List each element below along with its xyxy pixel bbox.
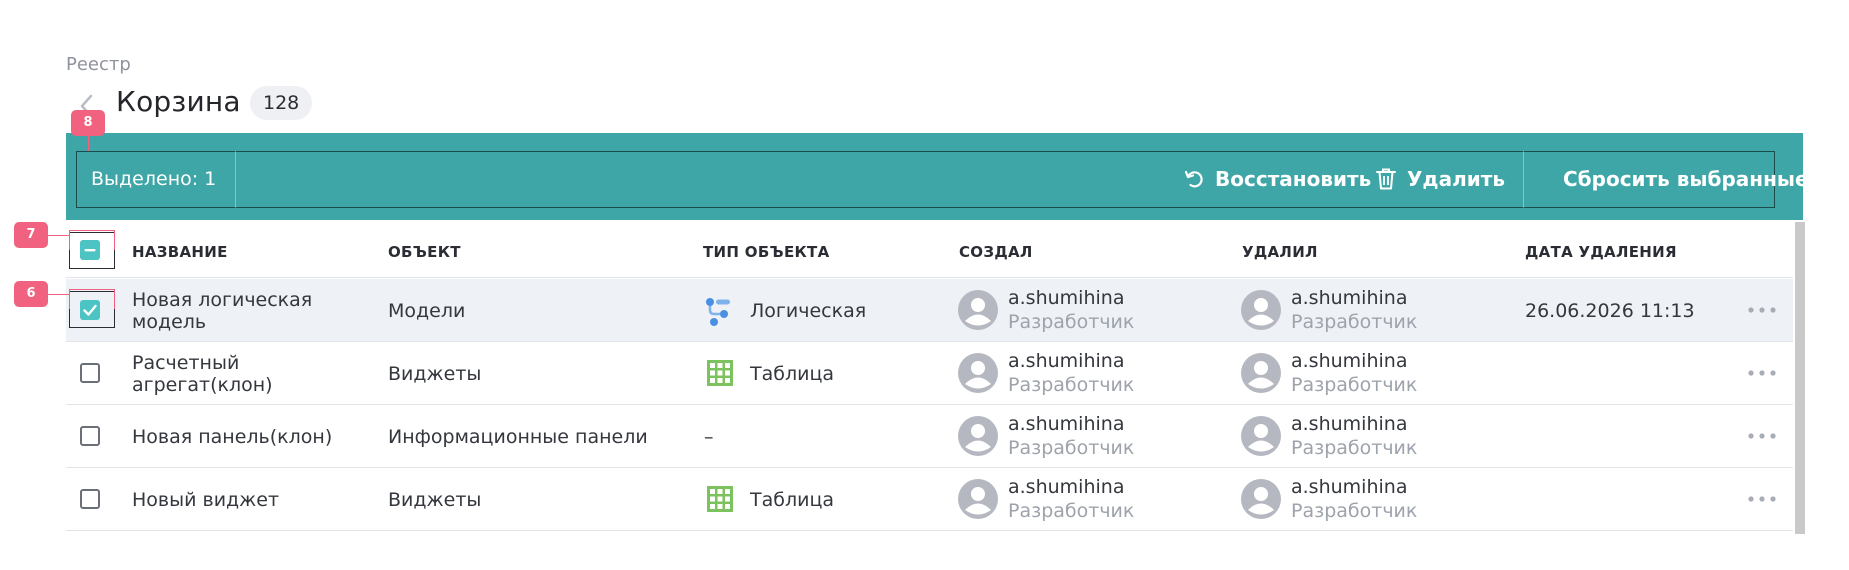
row-object: Виджеты	[388, 363, 482, 385]
deleted-by: a.shumihina Разработчик	[1291, 413, 1418, 459]
row-name: Новый виджет	[132, 489, 280, 511]
avatar	[1241, 416, 1281, 456]
row-deleted-at: 26.06.2026 11:13	[1525, 300, 1695, 322]
column-header-name[interactable]: НАЗВАНИЕ	[132, 243, 228, 261]
row-object: Модели	[388, 300, 466, 322]
deleted-by: a.shumihina Разработчик	[1291, 476, 1418, 522]
callout-box-7	[69, 230, 115, 250]
callout-box-6	[69, 289, 115, 309]
deleted-by: a.shumihina Разработчик	[1291, 287, 1418, 333]
avatar	[1241, 353, 1281, 393]
row-checkbox[interactable]	[80, 426, 100, 446]
avatar	[1241, 290, 1281, 330]
column-header-object-type[interactable]: ТИП ОБЪЕКТА	[703, 243, 830, 261]
reset-selection-button[interactable]: Сбросить выбранные	[1563, 159, 1809, 199]
row-type: Логическая	[750, 300, 867, 322]
selection-bar-frame	[76, 151, 1775, 208]
delete-button[interactable]: Удалить	[1375, 159, 1505, 199]
row-type: Таблица	[750, 489, 835, 511]
more-options-icon[interactable]	[1747, 432, 1777, 440]
callout-marker-8: 8	[71, 110, 105, 136]
callout-marker-7: 7	[14, 222, 48, 248]
created-by: a.shumihina Разработчик	[1008, 287, 1135, 333]
callout-line-7	[48, 235, 69, 236]
avatar	[958, 290, 998, 330]
restore-button[interactable]: Восстановить	[1183, 159, 1371, 199]
restore-label: Восстановить	[1215, 167, 1372, 191]
callout-line-8	[88, 136, 89, 151]
row-name: Новая логическая модель	[132, 289, 313, 333]
row-checkbox[interactable]	[80, 363, 100, 383]
scrollbar[interactable]	[1795, 222, 1805, 534]
callout-marker-6: 6	[14, 281, 48, 307]
row-name: Расчетный агрегат(клон)	[132, 352, 273, 396]
column-header-deleted-at[interactable]: ДАТА УДАЛЕНИЯ	[1525, 243, 1677, 261]
more-options-icon[interactable]	[1747, 369, 1777, 377]
more-options-icon[interactable]	[1747, 306, 1777, 314]
row-type: –	[704, 426, 714, 448]
avatar	[958, 353, 998, 393]
table-icon	[707, 360, 733, 386]
restore-icon	[1184, 170, 1203, 188]
callout-line-6	[48, 294, 69, 295]
created-by: a.shumihina Разработчик	[1008, 413, 1135, 459]
column-header-object[interactable]: ОБЪЕКТ	[388, 243, 461, 261]
avatar	[958, 416, 998, 456]
row-object: Информационные панели	[388, 426, 648, 448]
row-checkbox[interactable]	[80, 489, 100, 509]
logical-model-icon	[706, 298, 730, 326]
deleted-by: a.shumihina Разработчик	[1291, 350, 1418, 396]
avatar	[1241, 479, 1281, 519]
avatar	[958, 479, 998, 519]
trash-icon	[1376, 168, 1396, 190]
table-icon	[707, 486, 733, 512]
selection-bar-divider	[235, 151, 236, 208]
count-badge: 128	[250, 86, 313, 120]
column-header-deleted-by[interactable]: УДАЛИЛ	[1242, 243, 1318, 261]
row-name: Новая панель(клон)	[132, 426, 333, 448]
row-type: Таблица	[750, 363, 835, 385]
reset-selection-label: Сбросить выбранные	[1563, 167, 1809, 191]
created-by: a.shumihina Разработчик	[1008, 350, 1135, 396]
created-by: a.shumihina Разработчик	[1008, 476, 1135, 522]
delete-label: Удалить	[1407, 167, 1505, 191]
selected-count: Выделено: 1	[91, 168, 217, 190]
column-header-created-by[interactable]: СОЗДАЛ	[959, 243, 1033, 261]
breadcrumb[interactable]: Реестр	[66, 53, 131, 77]
page-title: Корзина	[116, 85, 241, 118]
more-options-icon[interactable]	[1747, 495, 1777, 503]
selection-bar-divider	[1523, 151, 1524, 208]
row-object: Виджеты	[388, 489, 482, 511]
